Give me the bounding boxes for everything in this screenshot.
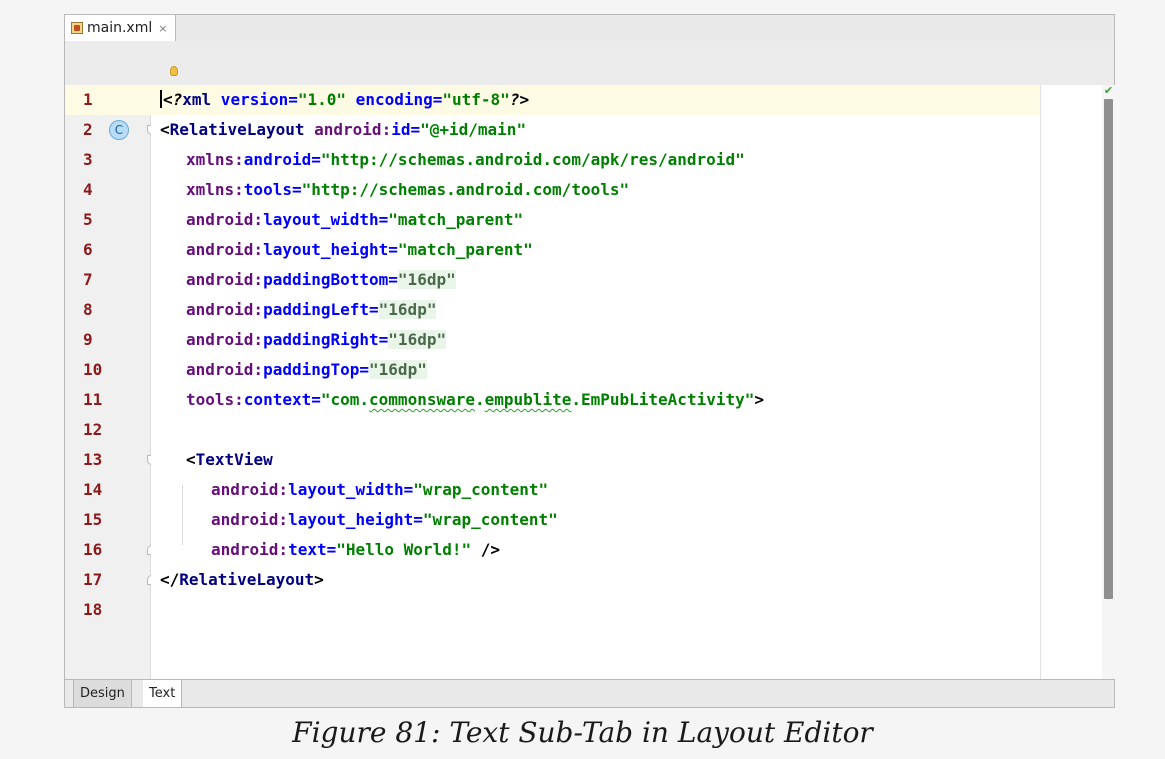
file-tab-bar: main.xml ×	[65, 15, 1114, 42]
code-line-11: tools:context="com.commonsware.empublite…	[186, 390, 765, 409]
close-tab-icon[interactable]: ×	[158, 22, 167, 35]
line-number-gutter: 1 2 3 4 5 6 7 8 9 10 11 12 13 14 15 16 1…	[65, 85, 157, 679]
line-number: 12	[83, 420, 103, 439]
line-number: 1	[83, 90, 93, 109]
editor-mode-tabs: Design Text	[65, 679, 1114, 707]
line-number: 9	[83, 330, 93, 349]
code-line-13: <TextView	[186, 450, 273, 469]
tab-design[interactable]: Design	[73, 680, 132, 707]
line-number: 15	[83, 510, 103, 529]
code-line-15: android:layout_height="wrap_content"	[211, 510, 558, 529]
line-number: 11	[83, 390, 103, 409]
right-margin-area	[1040, 85, 1102, 679]
line-number: 3	[83, 150, 93, 169]
code-line-10: android:paddingTop="16dp"	[186, 360, 427, 379]
figure-caption: Figure 81: Text Sub-Tab in Layout Editor	[292, 716, 873, 749]
scrollbar-thumb[interactable]	[1104, 99, 1113, 599]
line-number: 14	[83, 480, 103, 499]
layout-editor: main.xml × 1 2 3 4 5 6 7 8 9 10 11 12 13…	[64, 14, 1115, 708]
line-number: 6	[83, 240, 93, 259]
code-line-6: android:layout_height="match_parent"	[186, 240, 533, 259]
tab-text[interactable]: Text	[143, 680, 183, 707]
current-line-gutter-highlight	[65, 85, 151, 115]
vertical-scrollbar[interactable]: ✔	[1102, 85, 1115, 679]
line-number: 4	[83, 180, 93, 199]
line-number: 16	[83, 540, 103, 559]
code-line-14: android:layout_width="wrap_content"	[211, 480, 549, 499]
class-gutter-badge-icon[interactable]: C	[109, 120, 129, 140]
xml-file-icon	[71, 22, 83, 34]
file-tab-label: main.xml	[87, 20, 153, 36]
code-line-5: android:layout_width="match_parent"	[186, 210, 524, 229]
code-line-9: android:paddingRight="16dp"	[186, 330, 447, 349]
line-number: 2	[83, 120, 93, 139]
code-line-4: xmlns:tools="http://schemas.android.com/…	[186, 180, 630, 199]
file-tab-main-xml[interactable]: main.xml ×	[65, 15, 177, 41]
line-number: 13	[83, 450, 103, 469]
intention-lightbulb-icon[interactable]	[170, 66, 178, 76]
code-line-17: </RelativeLayout>	[160, 570, 324, 589]
code-line-8: android:paddingLeft="16dp"	[186, 300, 437, 319]
code-line-1: <?xml version="1.0" encoding="utf-8"?>	[160, 85, 529, 115]
line-number: 10	[83, 360, 103, 379]
code-editor[interactable]: <?xml version="1.0" encoding="utf-8"?> <…	[151, 85, 1040, 679]
code-line-3: xmlns:android="http://schemas.android.co…	[186, 150, 745, 169]
indent-guide-line	[182, 485, 183, 545]
code-line-7: android:paddingBottom="16dp"	[186, 270, 456, 289]
line-number: 8	[83, 300, 93, 319]
text-cursor	[160, 90, 162, 108]
code-line-2: <RelativeLayout android:id="@+id/main"	[160, 120, 527, 139]
line-number: 17	[83, 570, 103, 589]
line-number: 7	[83, 270, 93, 289]
analysis-ok-check-icon[interactable]: ✔	[1102, 85, 1115, 97]
code-line-16: android:text="Hello World!" />	[211, 540, 500, 559]
editor-toolstrip	[65, 41, 1114, 85]
line-number: 5	[83, 210, 93, 229]
line-number: 18	[83, 600, 103, 619]
